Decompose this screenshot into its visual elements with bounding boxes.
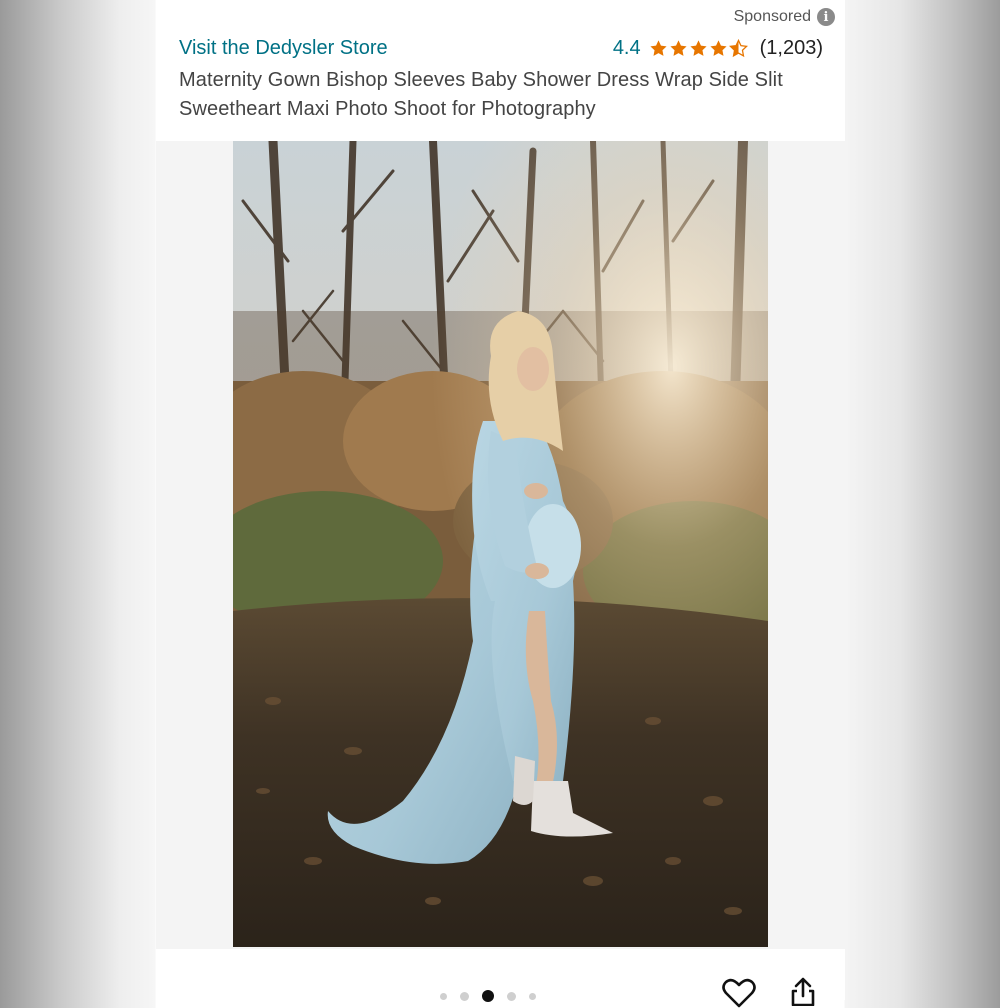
half-star-icon [728, 39, 748, 58]
rating-summary[interactable]: 4.4 (1,203) [613, 37, 823, 60]
rating-stars [649, 39, 748, 58]
carousel-dot[interactable] [440, 992, 447, 1000]
rating-value: 4.4 [612, 37, 641, 59]
image-carousel[interactable] [156, 141, 845, 949]
product-photo [233, 141, 768, 947]
store-link[interactable]: Visit the Dedysler Store [179, 37, 388, 60]
sponsored-label[interactable]: Sponsored i [734, 8, 835, 26]
star-icon [650, 40, 667, 56]
sponsored-text: Sponsored [733, 8, 811, 25]
heart-icon[interactable] [722, 978, 756, 1008]
product-card: Sponsored i Visit the Dedysler Store 4.4… [156, 0, 845, 1008]
product-title[interactable]: Maternity Gown Bishop Sleeves Baby Showe… [179, 66, 829, 124]
carousel-dot[interactable] [507, 991, 516, 1001]
carousel-indicators [440, 990, 536, 1002]
carousel-dot[interactable] [529, 992, 536, 1000]
carousel-dot[interactable] [460, 991, 469, 1001]
star-icon [670, 40, 687, 56]
info-icon[interactable]: i [817, 8, 835, 26]
rating-count: (1,203) [759, 37, 823, 59]
star-icon [690, 40, 707, 56]
product-image[interactable] [233, 141, 768, 947]
star-icon [710, 40, 727, 56]
share-icon[interactable] [788, 976, 818, 1006]
carousel-dot-active[interactable] [482, 990, 494, 1002]
